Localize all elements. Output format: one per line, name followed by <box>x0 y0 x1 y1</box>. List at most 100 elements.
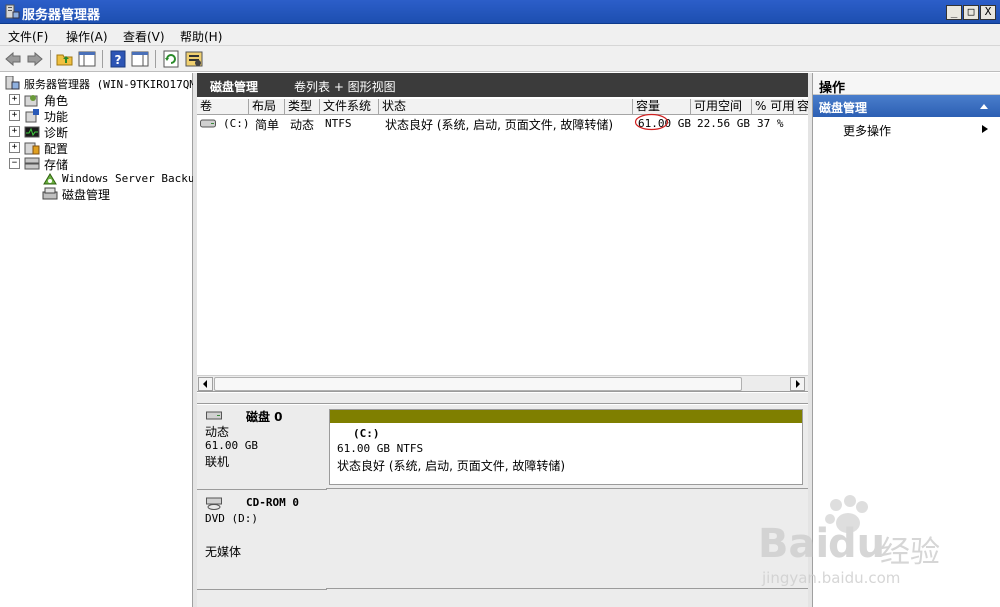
partition-c[interactable]: (C:) 61.00 GB NTFS 状态良好 (系统, 启动, 页面文件, 故… <box>329 409 803 485</box>
partition-size-fs: 61.00 GB NTFS <box>337 442 424 455</box>
cdrom-name: CD-ROM 0 <box>246 496 299 509</box>
forward-arrow-icon[interactable] <box>26 50 44 68</box>
scroll-left-button[interactable] <box>198 377 213 391</box>
server-manager-icon <box>5 76 20 90</box>
close-button[interactable]: X <box>980 5 996 20</box>
disk-0-partitions: (C:) 61.00 GB NTFS 状态良好 (系统, 启动, 页面文件, 故… <box>326 405 808 489</box>
arrow-left-icon <box>203 380 207 388</box>
help-icon[interactable]: ? <box>109 50 127 68</box>
pane-divider[interactable] <box>197 393 808 404</box>
features-icon <box>25 109 39 123</box>
cell-layout: 简单 <box>255 118 280 132</box>
disk-0-label[interactable]: 磁盘 0 动态 61.00 GB 联机 <box>197 405 327 490</box>
tree-item-windows-server-backup[interactable]: Windows Server Backup <box>62 172 201 185</box>
window-title: 服务器管理器 <box>22 8 101 23</box>
toolbar-separator <box>50 50 51 68</box>
cell-volume: (C:) <box>223 117 250 130</box>
tree-root[interactable]: 服务器管理器 (WIN-9TKIRO17QM <box>24 76 196 92</box>
back-arrow-icon[interactable] <box>4 50 22 68</box>
scroll-thumb[interactable] <box>214 377 742 391</box>
cell-status: 状态良好 (系统, 启动, 页面文件, 故障转储) <box>385 118 614 132</box>
tree-item-configuration[interactable]: 配置 <box>44 140 68 157</box>
actions-section-label: 磁盘管理 <box>819 101 868 115</box>
menu-help[interactable]: 帮助(H) <box>180 28 222 45</box>
tree-item-disk-management[interactable]: 磁盘管理 <box>62 186 110 203</box>
minimize-button[interactable]: _ <box>946 5 962 20</box>
refresh-icon[interactable] <box>162 50 180 68</box>
horizontal-scrollbar[interactable] <box>197 375 808 392</box>
toolbar-separator <box>155 50 156 68</box>
storage-icon <box>24 157 40 170</box>
column-percent-free[interactable]: % 可用 <box>752 99 794 115</box>
toolbar-separator <box>102 50 103 68</box>
expand-roles-toggle[interactable]: + <box>9 94 20 105</box>
partition-status: 状态良好 (系统, 启动, 页面文件, 故障转储) <box>337 459 566 473</box>
disk-name: 磁盘 0 <box>246 410 283 424</box>
menu-action[interactable]: 操作(A) <box>66 28 108 45</box>
show-tree-icon[interactable] <box>78 50 96 68</box>
toolbar: ? <box>0 46 1000 72</box>
expand-configuration-toggle[interactable]: + <box>9 142 20 153</box>
volume-list-header: 卷 布局 类型 文件系统 状态 容量 可用空间 % 可用 容 <box>197 99 808 115</box>
tree-item-roles[interactable]: 角色 <box>44 92 68 109</box>
cell-percent-free: 37 % <box>757 117 784 130</box>
column-layout[interactable]: 布局 <box>249 99 285 115</box>
collapse-storage-toggle[interactable]: − <box>9 158 20 169</box>
scroll-right-button[interactable] <box>790 377 805 391</box>
expand-diagnostics-toggle[interactable]: + <box>9 126 20 137</box>
configuration-icon <box>24 142 40 155</box>
cdrom-0-label[interactable]: CD-ROM 0 DVD (D:) 无媒体 <box>197 490 327 590</box>
expand-features-toggle[interactable]: + <box>9 110 20 121</box>
cdrom-state: 无媒体 <box>205 545 242 559</box>
column-free-space[interactable]: 可用空间 <box>691 99 752 115</box>
console-tree: 服务器管理器 (WIN-9TKIRO17QM + 角色 + 功能 + 诊断 + … <box>0 73 201 607</box>
baidu-watermark: Bai du 经验 jingyan.baidu.com <box>752 493 992 593</box>
cell-type: 动态 <box>290 118 315 132</box>
cdrom-icon <box>206 497 222 510</box>
annotation-circle <box>634 113 669 131</box>
column-volume[interactable]: 卷 <box>197 99 249 115</box>
menu-view[interactable]: 查看(V) <box>123 28 165 45</box>
up-folder-icon[interactable] <box>56 50 74 68</box>
watermark-brand-du: du <box>828 521 886 567</box>
disk-state: 联机 <box>205 455 230 469</box>
maximize-button[interactable]: □ <box>963 5 979 20</box>
tree-item-diagnostics[interactable]: 诊断 <box>44 124 68 141</box>
view-mode-label: 卷列表 + 图形视图 <box>294 80 396 94</box>
cell-file-system: NTFS <box>325 117 352 130</box>
more-actions-link[interactable]: 更多操作 <box>843 122 891 139</box>
column-type[interactable]: 类型 <box>285 99 320 115</box>
arrow-right-icon <box>796 380 800 388</box>
show-action-pane-icon[interactable] <box>131 50 149 68</box>
column-status[interactable]: 状态 <box>379 99 633 115</box>
disk-management-icon <box>42 187 58 200</box>
watermark-brand: Bai <box>758 521 830 567</box>
tree-item-storage[interactable]: 存储 <box>44 156 68 173</box>
diagnostics-icon <box>24 126 40 138</box>
center-pane: 磁盘管理 卷列表 + 图形视图 卷 布局 类型 文件系统 状态 容量 可用空间 … <box>197 73 808 607</box>
actions-section-header[interactable]: 磁盘管理 <box>813 95 1000 117</box>
cell-free-space: 22.56 GB <box>697 117 750 130</box>
disk-type: 动态 <box>205 425 230 439</box>
column-file-system[interactable]: 文件系统 <box>320 99 379 115</box>
properties-icon[interactable] <box>185 50 203 68</box>
tree-item-features[interactable]: 功能 <box>44 108 68 125</box>
partition-stripe <box>330 410 802 423</box>
watermark-url: jingyan.baidu.com <box>762 569 901 587</box>
drive-icon <box>200 119 216 128</box>
center-header: 磁盘管理 卷列表 + 图形视图 <box>197 73 808 97</box>
partition-label: (C:) <box>353 427 380 440</box>
roles-icon <box>24 95 38 107</box>
actions-title: 操作 <box>813 73 1000 96</box>
disk-size: 61.00 GB <box>205 439 258 452</box>
server-manager-icon <box>5 4 20 19</box>
title-bar[interactable]: 服务器管理器 _ □ X <box>0 0 1000 24</box>
menu-file[interactable]: 文件(F) <box>8 28 48 45</box>
submenu-arrow-icon <box>982 125 988 133</box>
graphical-view: 磁盘 0 动态 61.00 GB 联机 (C:) 61.00 GB NTFS 状… <box>197 405 808 607</box>
page-title: 磁盘管理 <box>210 80 259 94</box>
collapse-arrow-icon[interactable] <box>979 102 989 110</box>
column-fault-tolerance[interactable]: 容 <box>794 99 808 115</box>
cdrom-type: DVD (D:) <box>205 512 258 525</box>
windows-server-backup-icon <box>43 173 57 185</box>
